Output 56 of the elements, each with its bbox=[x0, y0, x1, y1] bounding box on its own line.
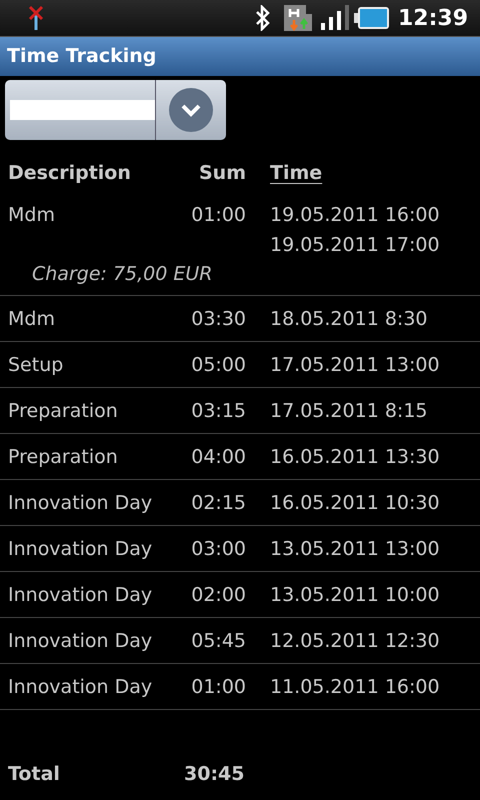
description-cell-text: Mdm bbox=[8, 307, 56, 332]
dropdown[interactable] bbox=[5, 80, 226, 140]
sum-cell-text: 02:00 bbox=[190, 583, 246, 608]
sum-cell-text: 01:00 bbox=[190, 203, 246, 228]
time-cell-text: 16.05.2011 13:30 bbox=[270, 445, 440, 470]
description-cell-text: Preparation bbox=[8, 445, 119, 470]
time-cell-text: 11.05.2011 16:00 bbox=[270, 675, 440, 700]
sum-cell-text: 03:00 bbox=[190, 537, 246, 562]
time-cell-text: 13.05.2011 13:00 bbox=[270, 537, 440, 562]
battery-icon bbox=[354, 6, 390, 30]
column-header[interactable]: Sum bbox=[178, 158, 246, 188]
signal-icon bbox=[320, 5, 350, 31]
time-cell-text: 19.05.2011 16:00 bbox=[270, 203, 440, 228]
entry-row[interactable]: Innovation Day 02:15 16.05.2011 10:30 bbox=[0, 480, 480, 526]
sum-cell-text: 05:00 bbox=[190, 353, 246, 378]
description-cell-text: Innovation Day bbox=[8, 629, 154, 654]
entry-row[interactable]: Innovation Day 05:45 12.05.2011 12:30 bbox=[0, 618, 480, 664]
time-cell-text: 13.05.2011 10:00 bbox=[270, 583, 440, 608]
chevron-down-icon bbox=[169, 88, 213, 132]
antenna-icon bbox=[28, 4, 44, 32]
column-header[interactable]: Time bbox=[270, 158, 322, 188]
entry-row[interactable]: Innovation Day 01:00 11.05.2011 16:00 bbox=[0, 664, 480, 710]
bluetooth-icon bbox=[254, 5, 272, 31]
network-data-icon bbox=[284, 4, 312, 32]
description-cell-text: Mdm bbox=[8, 203, 56, 228]
sum-cell-text: 05:45 bbox=[190, 629, 246, 654]
time-cell-text: 18.05.2011 8:30 bbox=[270, 307, 428, 332]
description-cell-text: Innovation Day bbox=[8, 491, 154, 516]
description-cell-text: Setup bbox=[8, 353, 64, 378]
description-cell-text: Innovation Day bbox=[8, 583, 154, 608]
entry-row[interactable]: Preparation 03:15 17.05.2011 8:15 bbox=[0, 388, 480, 434]
sum-cell-text: 02:15 bbox=[190, 491, 246, 516]
total-label: Total bbox=[8, 762, 61, 787]
description-cell-text: Innovation Day bbox=[8, 675, 154, 700]
sum-cell-text: 03:15 bbox=[190, 399, 246, 424]
time-cell-text: 12.05.2011 12:30 bbox=[270, 629, 440, 654]
window-title: Time Tracking bbox=[7, 44, 156, 70]
entry-row[interactable]: Mdm 01:00 19.05.2011 16:00 19.05.2011 17:00 Charge: 75,00 EUR bbox=[0, 192, 480, 296]
sum-cell-text: 01:00 bbox=[190, 675, 246, 700]
sum-cell-text: 04:00 bbox=[190, 445, 246, 470]
status-time: 12:39 bbox=[398, 4, 468, 32]
sum-cell-text: 03:30 bbox=[190, 307, 246, 332]
entry-row[interactable]: Preparation 04:00 16.05.2011 13:30 bbox=[0, 434, 480, 480]
total-sum: 30:45 bbox=[184, 762, 244, 787]
column-header[interactable]: Description bbox=[8, 158, 178, 188]
description-cell-text: Innovation Day bbox=[8, 537, 154, 562]
entry-row[interactable]: Setup 05:00 17.05.2011 13:00 bbox=[0, 342, 480, 388]
entry-row[interactable]: Mdm 03:30 18.05.2011 8:30 bbox=[0, 296, 480, 342]
time-cell-text: 17.05.2011 8:15 bbox=[270, 399, 428, 424]
time-cell-text: 17.05.2011 13:00 bbox=[270, 353, 440, 378]
entry-row[interactable]: Innovation Day 03:00 13.05.2011 13:00 bbox=[0, 526, 480, 572]
description-cell-text: Preparation bbox=[8, 399, 119, 424]
time-cell-text: 19.05.2011 17:00 bbox=[270, 233, 440, 258]
entry-row[interactable]: Innovation Day 02:00 13.05.2011 10:00 bbox=[0, 572, 480, 618]
charge-text: Charge: 75,00 EUR bbox=[32, 262, 212, 287]
time-cell-text: 16.05.2011 10:30 bbox=[270, 491, 440, 516]
